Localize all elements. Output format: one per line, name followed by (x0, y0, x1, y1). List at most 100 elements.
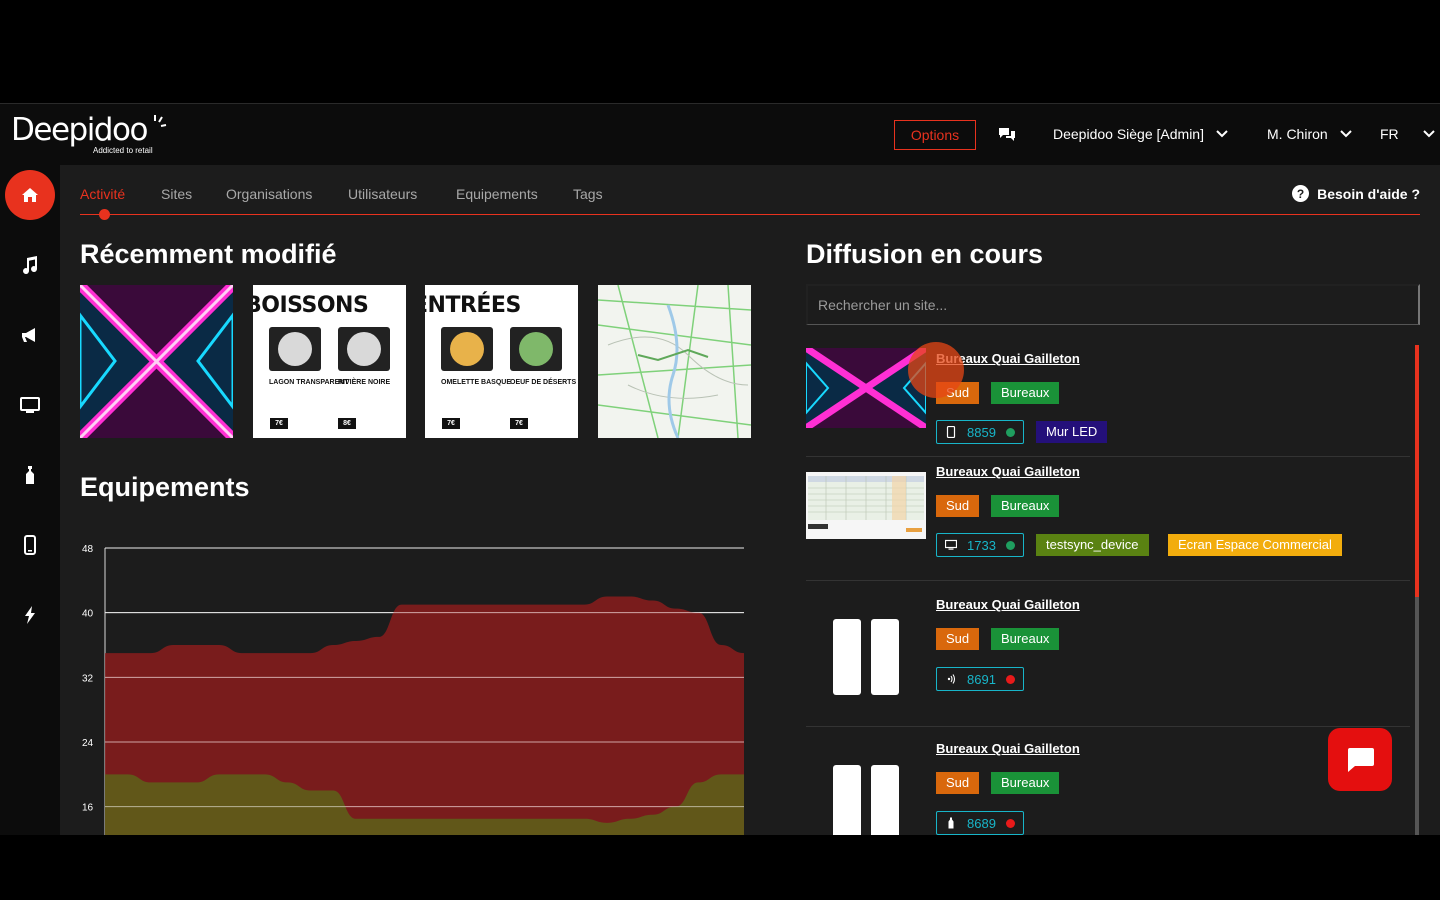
mobile-icon (24, 535, 36, 555)
pause-thumbnail (806, 750, 926, 835)
menu-dish-image (441, 327, 493, 371)
menu-price: 7€ (270, 418, 288, 429)
sidebar (0, 165, 60, 835)
menu-item-label: RIVIÈRE NOIRE (338, 379, 391, 386)
sidebar-item-home[interactable] (5, 170, 55, 220)
site-link[interactable]: Bureaux Quai Gailleton (936, 741, 1080, 756)
organization-label: Deepidoo Siège [Admin] (1053, 126, 1204, 142)
chat-support-button[interactable] (1328, 728, 1392, 791)
sidebar-item-announcements[interactable] (5, 310, 55, 360)
monitor-icon (20, 397, 40, 413)
menu-item-label: OEUF DE DÉSERTS (510, 379, 577, 386)
monitor-icon (945, 539, 957, 550)
recent-thumb[interactable]: ENTRÉES OMELETTE BASQUE OEUF DE DÉSERTS … (425, 285, 578, 438)
question-icon: ? (1292, 185, 1310, 202)
user-dropdown[interactable]: M. Chiron (1267, 126, 1352, 142)
area-chart: 48 40 32 24 16 (82, 544, 744, 835)
device-chip[interactable]: 8859 (936, 420, 1024, 444)
recent-title: Récemment modifié (80, 239, 337, 269)
site-search-input[interactable] (806, 284, 1420, 325)
sidebar-item-energy[interactable] (5, 590, 55, 640)
options-button[interactable]: Options (894, 120, 976, 150)
y-tick-label: 16 (82, 803, 94, 814)
lightning-icon (25, 606, 35, 624)
chat-bubble-icon (1348, 747, 1374, 772)
tag-badge: Sud (936, 772, 980, 794)
help-label: Besoin d'aide ? (1317, 185, 1420, 202)
logo[interactable]: Deepidoo Addicted to retail (11, 113, 181, 157)
device-chip[interactable]: 8689 (936, 811, 1024, 835)
sidebar-item-bottle[interactable] (5, 450, 55, 500)
tab-activite[interactable]: Activité (80, 186, 125, 202)
tab-sites[interactable]: Sites (161, 186, 192, 202)
home-icon (22, 188, 38, 202)
click-indicator (908, 342, 964, 398)
y-tick-label: 48 (82, 544, 94, 555)
pause-bar (871, 765, 899, 835)
recent-thumb[interactable]: BOISSONS LAGON TRANSPARENT RIVIÈRE NOIRE… (253, 285, 406, 438)
language-label: FR (1380, 126, 1399, 142)
diffusion-title: Diffusion en cours (806, 239, 1044, 269)
y-tick-label: 32 (82, 673, 94, 684)
site-link[interactable]: Bureaux Quai Gailleton (936, 464, 1080, 479)
device-id: 8689 (967, 815, 996, 831)
user-label: M. Chiron (1267, 126, 1328, 142)
device-id: 8691 (967, 671, 996, 687)
device-chip[interactable]: 8691 (936, 667, 1024, 691)
menu-dish-image (269, 327, 321, 371)
tag-badge: Bureaux (991, 495, 1060, 517)
sidebar-item-mobile[interactable] (5, 520, 55, 570)
sidebar-item-screens[interactable] (5, 380, 55, 430)
tab-organisations[interactable]: Organisations (226, 186, 312, 202)
sparkle-icon (154, 115, 167, 127)
scrollbar-thumb[interactable] (1415, 345, 1419, 597)
chevron-down-icon (1216, 130, 1228, 138)
recent-thumb[interactable] (598, 285, 751, 438)
list-item[interactable]: Bureaux Quai Gailleton Sud Bureaux 8691 (806, 582, 1410, 727)
pause-bar (833, 619, 861, 695)
y-tick-label: 24 (82, 738, 94, 749)
language-dropdown[interactable]: FR (1380, 126, 1435, 142)
device-id: 1733 (967, 537, 996, 553)
active-tab-indicator (99, 209, 110, 220)
tab-tags[interactable]: Tags (573, 186, 603, 202)
tag-badge: Bureaux (991, 628, 1060, 650)
top-bar: Deepidoo Addicted to retail Options Deep… (0, 104, 1440, 165)
recent-thumb[interactable] (80, 285, 233, 438)
menu-item-label: LAGON TRANSPARENT (269, 379, 349, 386)
tablet-icon (946, 426, 956, 438)
logo-tagline: Addicted to retail (93, 146, 153, 155)
speaker-icon (947, 674, 956, 684)
chat-icon[interactable] (998, 126, 1016, 142)
list-item[interactable]: Bureaux Quai Gailleton Sud Bureaux 8859 … (806, 345, 1410, 457)
music-note-icon (23, 256, 38, 275)
pause-bar (833, 765, 861, 835)
equipements-chart: 48 40 32 24 16 (76, 534, 756, 835)
list-item[interactable]: Bureaux Quai Gailleton Sud Bureaux 1733 … (806, 458, 1410, 581)
site-link[interactable]: Bureaux Quai Gailleton (936, 597, 1080, 612)
map-image (598, 285, 751, 438)
tab-equipements[interactable]: Equipements (456, 186, 538, 202)
y-tick-label: 40 (82, 609, 94, 620)
help-link[interactable]: ? Besoin d'aide ? (1292, 185, 1420, 202)
menu-item-label: OMELETTE BASQUE (441, 379, 512, 386)
organization-dropdown[interactable]: Deepidoo Siège [Admin] (1053, 126, 1228, 142)
tag-badge: Sud (936, 495, 980, 517)
status-offline-dot (1005, 818, 1015, 828)
list-item[interactable]: Bureaux Quai Gailleton Sud Bureaux 8689 (806, 728, 1410, 835)
device-chip[interactable]: 1733 (936, 533, 1024, 557)
bottle-icon (948, 817, 954, 829)
diffusion-scrollbar[interactable] (1415, 345, 1419, 835)
pause-bar (871, 619, 899, 695)
menu-title: BOISSONS (253, 293, 369, 318)
tag-badge: Bureaux (991, 382, 1060, 404)
equipements-title: Equipements (80, 472, 250, 502)
menu-price: 7€ (510, 418, 528, 429)
device-name-badge: testsync_device (1036, 534, 1149, 556)
app-window: Deepidoo Addicted to retail Options Deep… (0, 103, 1440, 835)
menu-dish-image (338, 327, 390, 371)
sidebar-item-music[interactable] (5, 240, 55, 290)
content-thumbnail (806, 472, 926, 539)
status-online-dot (1005, 540, 1015, 550)
tab-utilisateurs[interactable]: Utilisateurs (348, 186, 417, 202)
